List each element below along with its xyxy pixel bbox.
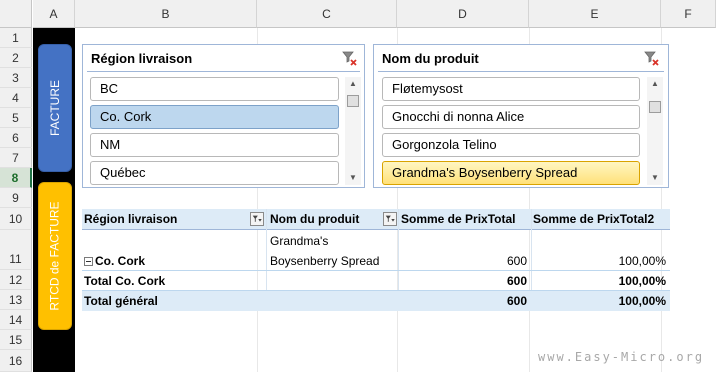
row-header-6[interactable]: 6 [0,128,32,148]
pivot-grandtotal-prixtotal2: 100,00% [618,294,666,308]
watermark: www.Easy-Micro.org [538,350,705,364]
row-header-1[interactable]: 1 [0,28,32,48]
slicer-region-livraison: Région livraison BC Co. Cork NM Québec ▲… [82,44,365,188]
collapse-icon[interactable] [84,257,93,266]
pivot-row-separator [82,270,670,271]
row-header-9[interactable]: 9 [0,188,32,208]
column-header-b[interactable]: B [75,0,257,28]
pivot-row-prixtotal2: 100,00% [618,254,666,268]
row-header-14[interactable]: 14 [0,310,32,330]
pivot-grandtotal-prixtotal: 600 [506,294,527,308]
slicer-separator [378,71,664,72]
pivot-subtotal-prixtotal2: 100,00% [618,274,666,288]
select-all-corner[interactable] [0,0,32,28]
row-header-12[interactable]: 12 [0,270,32,290]
scroll-up-icon[interactable]: ▲ [345,77,361,91]
slicer-item-co-cork[interactable]: Co. Cork [90,105,339,129]
pivot-header-region: Région livraison [84,212,178,226]
pivot-header-prixtotal: Somme de PrixTotal [401,212,516,226]
scroll-thumb[interactable] [347,95,359,107]
slicer-separator [87,71,360,72]
clear-filter-icon[interactable] [342,50,358,66]
row-header-13[interactable]: 13 [0,290,32,310]
slicer-item-flotemysost[interactable]: Fløtemysost [382,77,640,101]
rtcd-button-label: RTCD de FACTURE [48,201,63,311]
row-header-4[interactable]: 4 [0,88,32,108]
scroll-down-icon[interactable]: ▼ [345,171,361,185]
slicer-item-nm[interactable]: NM [90,133,339,157]
scroll-up-icon[interactable]: ▲ [647,77,663,91]
rtcd-facture-button[interactable]: RTCD de FACTURE [38,182,72,330]
pivot-subtotal-prixtotal: 600 [506,274,527,288]
slicer-item-gorgonzola[interactable]: Gorgonzola Telino [382,133,640,157]
pivot-row-prixtotal: 600 [506,254,527,268]
filter-dropdown-icon[interactable] [250,212,264,226]
facture-button-label: FACTURE [48,79,63,137]
facture-button[interactable]: FACTURE [38,44,72,172]
row-header-15[interactable]: 15 [0,330,32,350]
clear-filter-icon[interactable] [644,50,660,66]
pivot-header-produit: Nom du produit [270,212,360,226]
slicer-scrollbar[interactable]: ▲ ▼ [647,77,663,185]
pivot-row-product-line2: Boysenberry Spread [270,254,380,268]
scroll-down-icon[interactable]: ▼ [647,171,663,185]
slicer-item-quebec[interactable]: Québec [90,161,339,185]
column-header-a[interactable]: A [33,0,75,28]
row-header-7[interactable]: 7 [0,148,32,168]
row-header-16[interactable]: 16 [0,350,32,372]
row-header-2[interactable]: 2 [0,48,32,68]
slicer-item-bc[interactable]: BC [90,77,339,101]
row-header-8[interactable]: 8 [0,168,32,188]
column-header-d[interactable]: D [397,0,529,28]
scroll-thumb[interactable] [649,101,661,113]
pivot-row-region-label: Co. Cork [95,254,146,268]
slicer-produit-title: Nom du produit [382,51,479,66]
column-header-f[interactable]: F [661,0,716,28]
pivot-row-region[interactable]: Co. Cork [84,254,264,268]
column-header-e[interactable]: E [529,0,661,28]
pivot-row-product-line1: Grandma's [270,234,329,248]
row-header-3[interactable]: 3 [0,68,32,88]
column-header-c[interactable]: C [257,0,397,28]
pivot-header-prixtotal2: Somme de PrixTotal2 [533,212,655,226]
pivot-subtotal-label: Total Co. Cork [84,274,166,288]
filter-dropdown-icon[interactable] [383,212,397,226]
slicer-region-title: Région livraison [91,51,193,66]
row-header-5[interactable]: 5 [0,108,32,128]
slicer-item-grandmas[interactable]: Grandma's Boysenberry Spread [382,161,640,185]
slicer-scrollbar[interactable]: ▲ ▼ [345,77,361,185]
pivot-grandtotal-label: Total général [84,294,158,308]
slicer-nom-du-produit: Nom du produit Fløtemysost Gnocchi di no… [373,44,669,188]
row-header-11[interactable]: 11 [0,230,32,270]
row-header-10[interactable]: 10 [0,208,32,230]
slicer-item-gnocchi[interactable]: Gnocchi di nonna Alice [382,105,640,129]
